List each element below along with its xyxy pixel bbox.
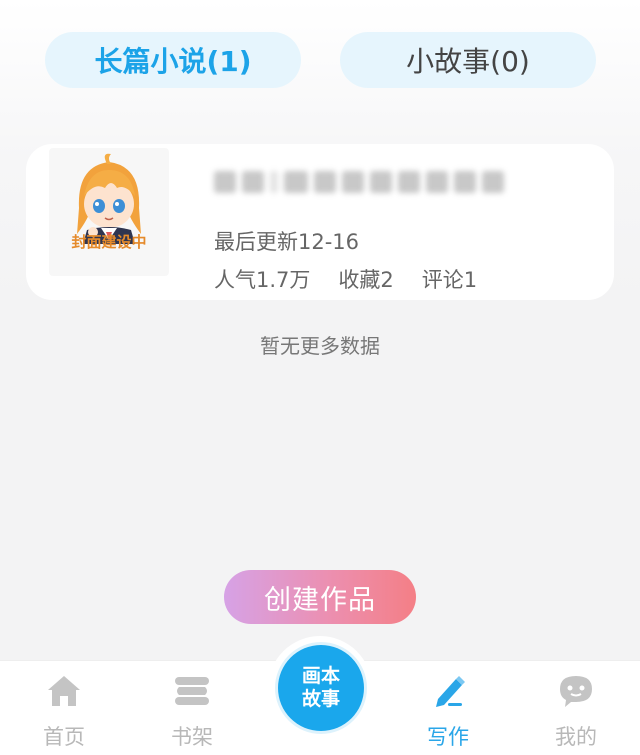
chat-bubble-icon — [556, 671, 596, 711]
work-title-blurred[interactable] — [214, 164, 524, 200]
category-tabs: 长篇小说(1) 小故事(0) — [0, 32, 640, 88]
nav-write[interactable]: 写作 — [398, 671, 498, 751]
cover-illustration — [77, 153, 141, 244]
pencil-icon — [428, 671, 468, 711]
nav-bookshelf-label: 书架 — [171, 725, 213, 749]
tab-short-story[interactable]: 小故事(0) — [340, 32, 596, 88]
create-work-button[interactable]: 创建作品 — [224, 570, 416, 624]
work-card[interactable]: 封面建设中 最后更新12-16 人气1.7万 收藏2 评论1 — [26, 144, 614, 300]
last-update: 最后更新12-16 — [214, 230, 360, 254]
work-stats: 人气1.7万 收藏2 评论1 — [214, 264, 477, 294]
favorites-count: 收藏2 — [338, 268, 394, 292]
book-cover[interactable]: 封面建设中 — [49, 148, 169, 276]
nav-home[interactable]: 首页 — [14, 671, 114, 751]
center-button-line2: 故事 — [301, 688, 340, 710]
bookshelf-icon — [172, 671, 212, 711]
tab-long-novel[interactable]: 长篇小说(1) — [45, 32, 301, 88]
home-icon — [44, 671, 84, 711]
popularity-count: 人气1.7万 — [214, 268, 311, 292]
nav-mine-label: 我的 — [555, 725, 597, 749]
nav-mine[interactable]: 我的 — [526, 671, 626, 751]
draw-story-button[interactable]: 画本 故事 — [278, 645, 364, 731]
nav-bookshelf[interactable]: 书架 — [142, 671, 242, 751]
cover-caption: 封面建设中 — [71, 233, 147, 251]
center-button-line1: 画本 — [301, 665, 340, 687]
nav-home-label: 首页 — [43, 725, 85, 749]
comments-count: 评论1 — [421, 268, 478, 292]
nav-write-label: 写作 — [427, 725, 469, 749]
list-end-text: 暂无更多数据 — [260, 334, 380, 358]
